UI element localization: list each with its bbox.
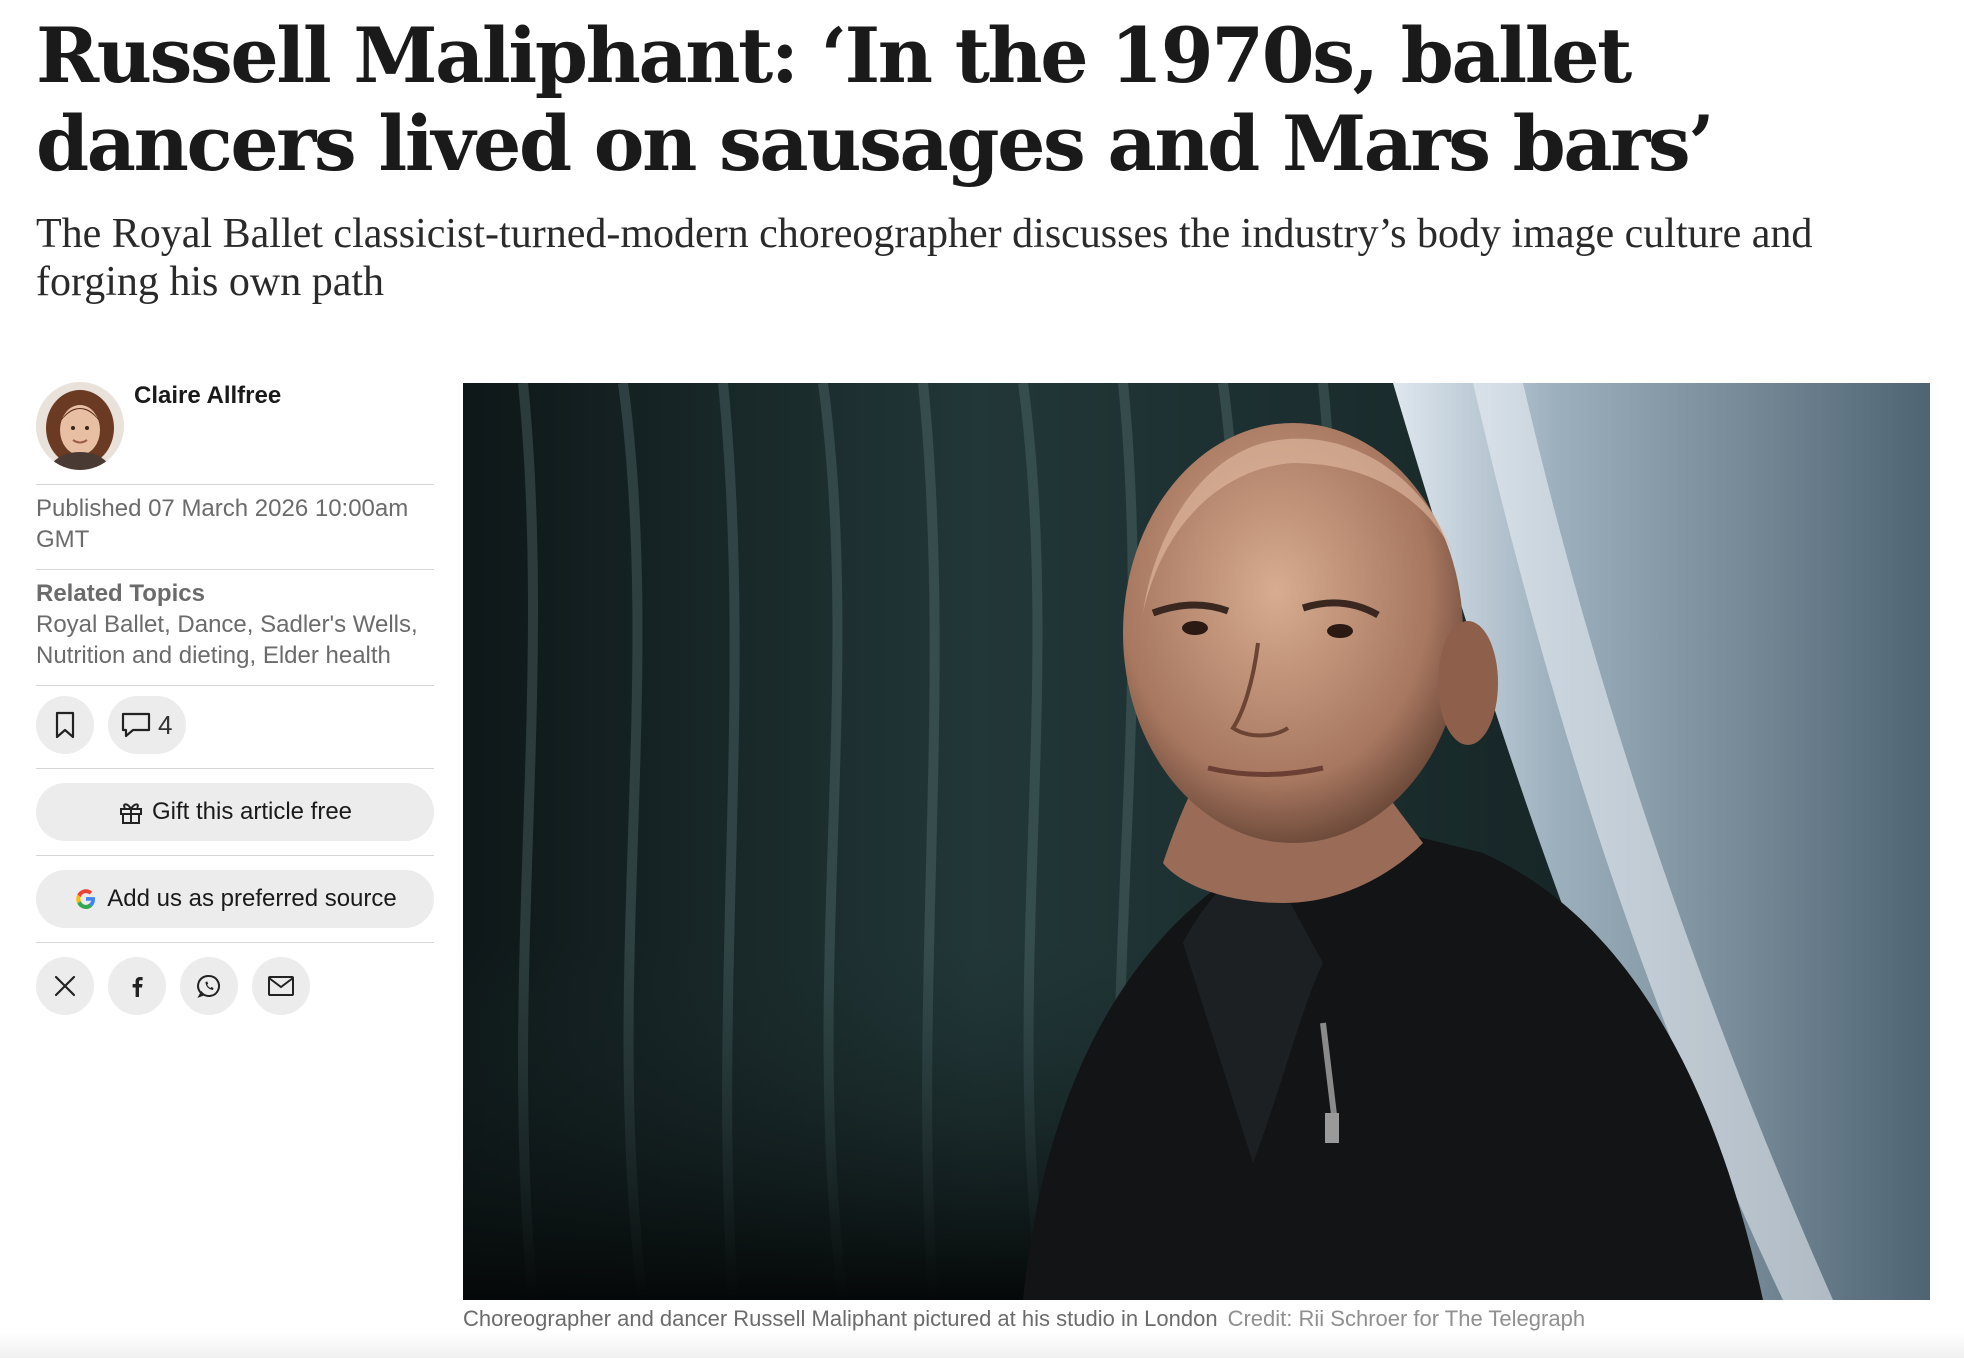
x-icon — [54, 975, 76, 997]
bookmark-button[interactable] — [36, 696, 94, 754]
topic-link-sadlers-wells[interactable]: Sadler's Wells — [260, 611, 411, 638]
share-buttons — [36, 943, 434, 1015]
article-headline: Russell Maliphant: ‘In the 1970s, ballet… — [36, 11, 1715, 188]
article-actions: 4 — [36, 686, 434, 768]
facebook-icon — [132, 977, 143, 997]
topic-link-elder-health[interactable]: Elder health — [263, 642, 391, 669]
share-whatsapp-button[interactable] — [180, 957, 238, 1015]
gift-icon — [118, 799, 144, 825]
share-facebook-button[interactable] — [108, 957, 166, 1015]
published-date: Published 07 March 2026 10:00am GMT — [36, 495, 409, 553]
topic-link-nutrition[interactable]: Nutrition and dieting — [36, 642, 249, 669]
article-standfirst: The Royal Ballet classicist-turned-moder… — [36, 211, 1813, 305]
share-x-button[interactable] — [36, 957, 94, 1015]
share-email-button[interactable] — [252, 957, 310, 1015]
bottom-fade — [0, 1332, 1964, 1358]
topic-link-royal-ballet[interactable]: Royal Ballet — [36, 611, 164, 638]
gift-article-label: Gift this article free — [151, 798, 353, 825]
preferred-source-label: Add us as preferred source — [107, 885, 397, 912]
email-icon — [268, 976, 294, 996]
article-sidebar: Claire Allfree Published 07 March 2026 1… — [36, 380, 434, 1015]
topic-link-dance[interactable]: Dance — [177, 611, 246, 638]
comments-button[interactable]: 4 — [108, 696, 187, 754]
gift-article-button[interactable]: Gift this article free — [36, 783, 434, 841]
related-topics-heading: Related Topics — [36, 580, 205, 607]
hero-image[interactable] — [463, 383, 1930, 1300]
preferred-source-button[interactable]: Add us as preferred source — [36, 870, 434, 928]
bookmark-icon — [55, 711, 75, 739]
author-avatar[interactable] — [36, 382, 124, 470]
image-credit: Credit: Rii Schroer for The Telegraph — [1227, 1306, 1586, 1331]
speech-bubble-icon — [121, 712, 151, 738]
image-caption-text: Choreographer and dancer Russell Malipha… — [463, 1306, 1218, 1331]
whatsapp-icon — [197, 974, 220, 998]
author-name-link[interactable]: Claire Allfree — [134, 382, 281, 410]
related-topics-list: Royal Ballet, Dance, Sadler's Wells, Nut… — [36, 611, 418, 669]
comment-count: 4 — [158, 709, 173, 740]
author-byline: Claire Allfree — [36, 380, 434, 484]
image-caption: Choreographer and dancer Russell Malipha… — [463, 1306, 1585, 1332]
related-topics: Related Topics Royal Ballet, Dance, Sadl… — [36, 570, 434, 685]
google-g-icon — [73, 886, 99, 912]
